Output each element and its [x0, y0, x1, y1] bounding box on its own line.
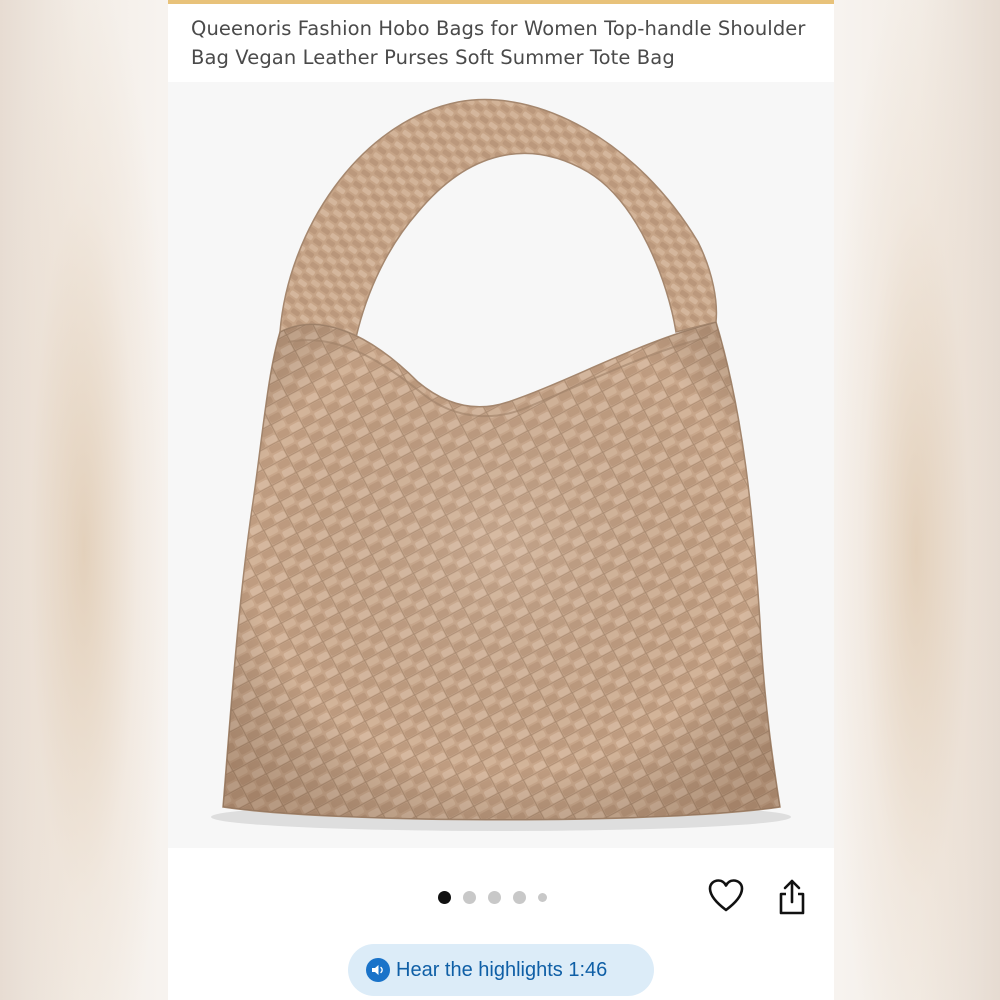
pagination-dot-active[interactable]	[438, 890, 451, 904]
blurred-background-left	[0, 0, 168, 1000]
audio-speaker-icon	[366, 958, 390, 982]
pagination-dot[interactable]	[488, 890, 501, 904]
woven-hobo-bag-image	[211, 98, 791, 831]
product-image-gallery[interactable]	[168, 82, 834, 848]
pagination-dot[interactable]	[513, 890, 526, 904]
product-title: Queenoris Fashion Hobo Bags for Women To…	[191, 17, 806, 69]
product-screen: Queenoris Fashion Hobo Bags for Women To…	[168, 0, 834, 1000]
hear-highlights-button[interactable]: Hear the highlights 1:46	[348, 944, 654, 996]
share-icon	[779, 879, 805, 915]
pagination-dot[interactable]	[463, 890, 476, 904]
bag-shading	[223, 322, 780, 820]
blurred-background-right	[832, 0, 1000, 1000]
pagination-dot-more[interactable]	[538, 892, 547, 902]
favorite-button[interactable]	[706, 876, 746, 916]
bag-handle	[279, 98, 718, 348]
heart-icon	[708, 879, 744, 912]
gallery-pagination	[438, 889, 547, 905]
hear-highlights-label: Hear the highlights 1:46	[396, 958, 608, 981]
share-button[interactable]	[772, 876, 812, 918]
top-accent-bar	[168, 0, 834, 4]
